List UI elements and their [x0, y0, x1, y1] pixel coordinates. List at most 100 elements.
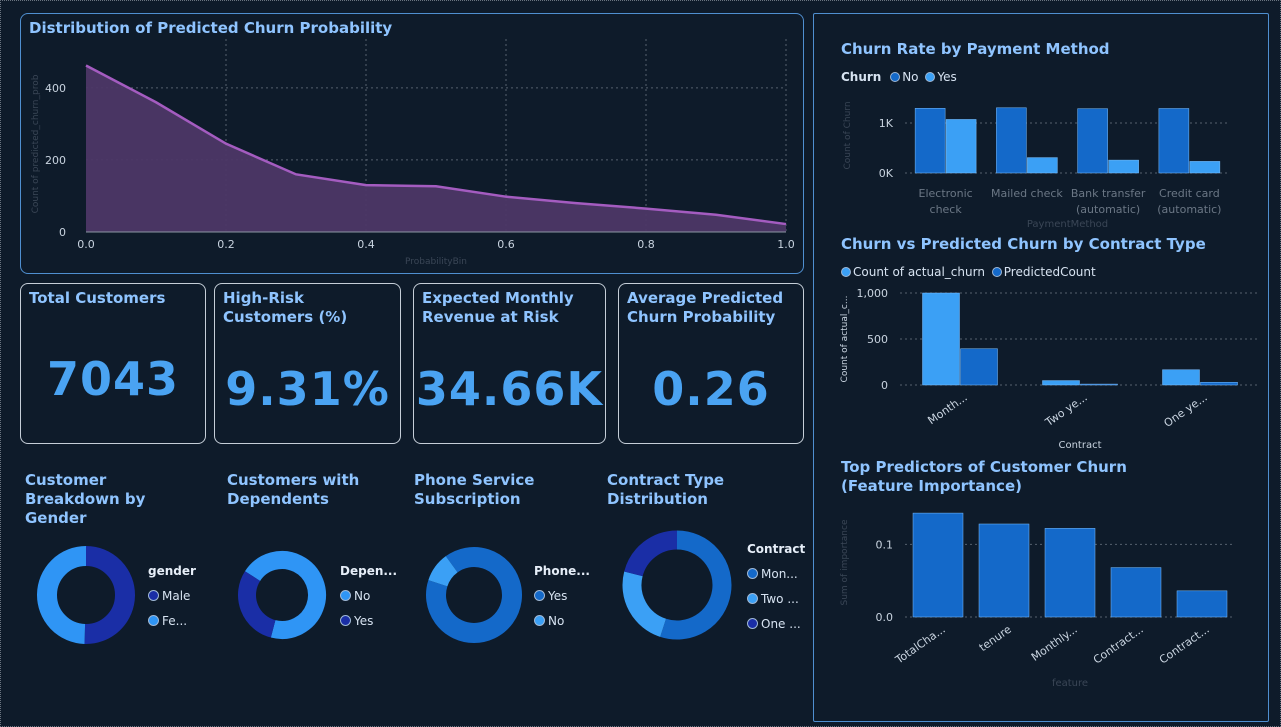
- kpi-value: 7043: [46, 352, 180, 406]
- y-tick-label: 0: [59, 226, 66, 239]
- payment-bar-chart: Electronic check Mailed check Bank transfer…: [843, 101, 1230, 230]
- y-tick-label: 1,000: [857, 287, 889, 300]
- x-tick-label: check: [930, 203, 963, 216]
- bar: [914, 108, 946, 174]
- x-tick-label: One ye...: [1162, 391, 1210, 430]
- legend-dot-icon: [890, 72, 901, 82]
- legend-item-no[interactable]: No: [890, 70, 919, 84]
- legend-dot-icon: [747, 568, 758, 579]
- donut-title-dependents: Customers with Dependents: [227, 471, 360, 508]
- bar: [945, 119, 977, 174]
- legend-item-no[interactable]: No: [534, 609, 590, 634]
- donut-title-phone: Phone Service Subscription: [414, 471, 535, 508]
- legend-dot-icon: [991, 267, 1002, 277]
- x-tick-label: 1.0: [777, 238, 795, 251]
- x-tick-label: 0.6: [497, 238, 515, 251]
- kpi-title: Expected Monthly Revenue at Risk: [422, 289, 574, 326]
- payment-legend[interactable]: Churn No Yes: [841, 70, 957, 84]
- kpi-value: 9.31%: [225, 362, 390, 416]
- legend-item-yes[interactable]: Yes: [925, 70, 957, 84]
- legend-dot-icon: [747, 618, 758, 629]
- x-tick-label: Monthly...: [1029, 623, 1080, 664]
- bar: [996, 107, 1027, 174]
- bar: [1176, 590, 1228, 618]
- legend-dot-icon: [148, 615, 159, 626]
- kpi-total-customers[interactable]: Total Customers 7043: [20, 283, 206, 444]
- legend-item-female[interactable]: Fe...: [148, 609, 196, 634]
- predictors-chart-title: Top Predictors of Customer Churn (Featur…: [841, 458, 1127, 495]
- donut-title-gender: Customer Breakdown by Gender: [25, 471, 146, 527]
- bar: [1158, 108, 1190, 174]
- legend-item-predicted[interactable]: PredictedCount: [991, 265, 1096, 279]
- x-tick-label: (automatic): [1157, 203, 1221, 216]
- x-tick-label: Two ye...: [1042, 391, 1090, 430]
- legend-dot-icon: [340, 615, 351, 626]
- y-axis-label: Sum of importance: [840, 519, 850, 605]
- bar: [1162, 369, 1200, 386]
- legend-dot-icon: [534, 590, 545, 601]
- y-tick-label: 500: [867, 333, 888, 346]
- legend-item-actual[interactable]: Count of actual_churn: [841, 265, 985, 279]
- y-axis-label: Count of predicted_churn_prob: [31, 74, 41, 213]
- x-tick-label: Mailed check: [991, 187, 1063, 200]
- legend-item-month[interactable]: Mon...: [747, 562, 805, 587]
- legend-title: Depen...: [340, 564, 398, 578]
- legend-dot-icon: [340, 590, 351, 601]
- dependents-legend[interactable]: Depen... No Yes: [340, 559, 397, 634]
- bar: [1077, 108, 1108, 174]
- phone-legend[interactable]: Phone... Yes No: [534, 559, 590, 634]
- y-tick-label: 1K: [879, 117, 894, 130]
- legend-title: Churn: [841, 70, 882, 84]
- legend-title: gender: [148, 564, 196, 578]
- area-fill: [86, 65, 786, 232]
- legend-item-one-year[interactable]: One ...: [747, 612, 805, 637]
- y-tick-label: 0.1: [876, 538, 894, 551]
- kpi-revenue-at-risk[interactable]: Expected Monthly Revenue at Risk 34.66K: [413, 283, 606, 444]
- bar: [1189, 161, 1221, 174]
- legend-dot-icon: [841, 267, 851, 277]
- y-axis-label: Count of Churn: [843, 101, 853, 169]
- legend-item-male[interactable]: Male: [148, 584, 196, 609]
- kpi-avg-churn-prob[interactable]: Average Predicted Churn Probability 0.26: [618, 283, 804, 444]
- kpi-high-risk[interactable]: High-Risk Customers (%) 9.31%: [214, 283, 401, 444]
- y-tick-label: 0.0: [876, 611, 894, 624]
- x-axis-label: Contract: [1058, 440, 1101, 451]
- x-tick-label: Contract...: [1157, 623, 1212, 667]
- bar: [960, 348, 998, 386]
- bar: [1110, 567, 1162, 618]
- bar: [1044, 528, 1096, 618]
- legend-item-yes[interactable]: Yes: [534, 584, 590, 609]
- contract-chart-legend[interactable]: Count of actual_churn PredictedCount: [841, 265, 1096, 279]
- x-tick-label: Electronic: [919, 187, 973, 200]
- x-tick-label: Credit card: [1159, 187, 1220, 200]
- kpi-title: High-Risk Customers (%): [223, 289, 348, 326]
- contract-legend[interactable]: Contract Mon... Two ... One ...: [747, 537, 805, 637]
- x-tick-label: 0.8: [637, 238, 655, 251]
- legend-title: Contract: [747, 542, 806, 556]
- gender-legend[interactable]: gender Male Fe...: [148, 559, 196, 634]
- bar: [1042, 380, 1080, 386]
- x-axis-label: ProbabilityBin: [405, 257, 467, 267]
- contract-bar-chart: Month... Two ye... One ye... 1,000 500 0 Count…: [840, 287, 1260, 451]
- kpi-value: 0.26: [652, 362, 770, 416]
- y-tick-label: 400: [45, 82, 66, 95]
- legend-item-no[interactable]: No: [340, 584, 397, 609]
- bar: [922, 292, 960, 386]
- kpi-value: 34.66K: [415, 362, 604, 416]
- area-chart-panel[interactable]: Distribution of Predicted Churn Probabil…: [20, 13, 804, 274]
- legend-item-two-year[interactable]: Two ...: [747, 587, 805, 612]
- x-axis-label: PaymentMethod: [1027, 219, 1108, 230]
- area-chart: 400 200 0 0.0 0.2 0.4 0.6 0.8 1.0 ProbabilityBin C…: [31, 39, 795, 267]
- y-tick-label: 0K: [879, 167, 894, 180]
- bar: [1080, 383, 1118, 386]
- legend-dot-icon: [534, 615, 545, 626]
- legend-dot-icon: [925, 72, 936, 82]
- contract-chart-title: Churn vs Predicted Churn by Contract Typ…: [841, 235, 1206, 253]
- legend-dot-icon: [148, 590, 159, 601]
- legend-item-yes[interactable]: Yes: [340, 609, 397, 634]
- bar: [1200, 381, 1238, 386]
- x-axis-label: feature: [1052, 678, 1088, 689]
- x-tick-label: Contract...: [1091, 623, 1146, 667]
- x-tick-label: TotalCha...: [892, 623, 947, 667]
- kpi-title: Average Predicted Churn Probability: [627, 289, 784, 326]
